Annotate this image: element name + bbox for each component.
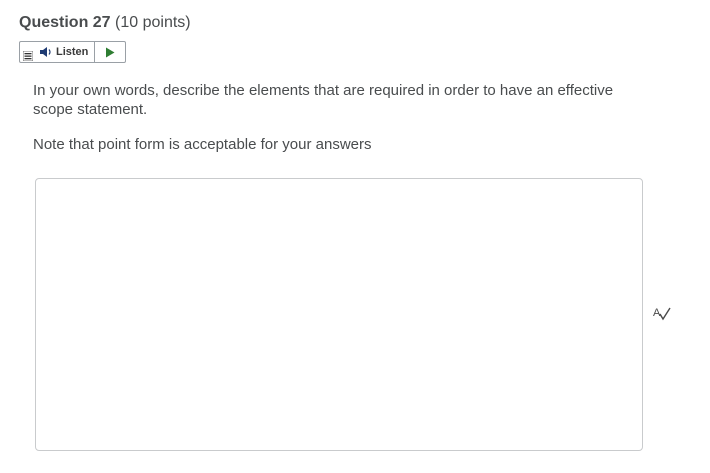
listen-toolbar: Listen <box>19 41 127 63</box>
question-header: Question 27 (10 points) <box>19 13 191 33</box>
menu-lines-icon <box>23 51 33 61</box>
svg-text:A: A <box>653 307 661 319</box>
speaker-icon <box>40 47 51 57</box>
listen-label: Listen <box>56 46 89 58</box>
prompt-note: Note that point form is acceptable for y… <box>33 136 372 153</box>
listen-menu-button[interactable] <box>20 42 36 62</box>
play-icon <box>106 47 115 57</box>
answer-textarea[interactable] <box>35 178 643 451</box>
question-prompt: In your own words, describe the elements… <box>33 81 623 154</box>
prompt-text: In your own words, describe the elements… <box>33 82 614 118</box>
question-points: (10 points) <box>115 14 191 31</box>
listen-play-button[interactable] <box>95 42 125 62</box>
question-page: Question 27 (10 points) Listen In your o… <box>0 0 710 473</box>
listen-button[interactable]: Listen <box>36 42 96 62</box>
spellcheck-icon[interactable]: A <box>652 305 672 323</box>
question-title: Question 27 <box>19 14 111 31</box>
